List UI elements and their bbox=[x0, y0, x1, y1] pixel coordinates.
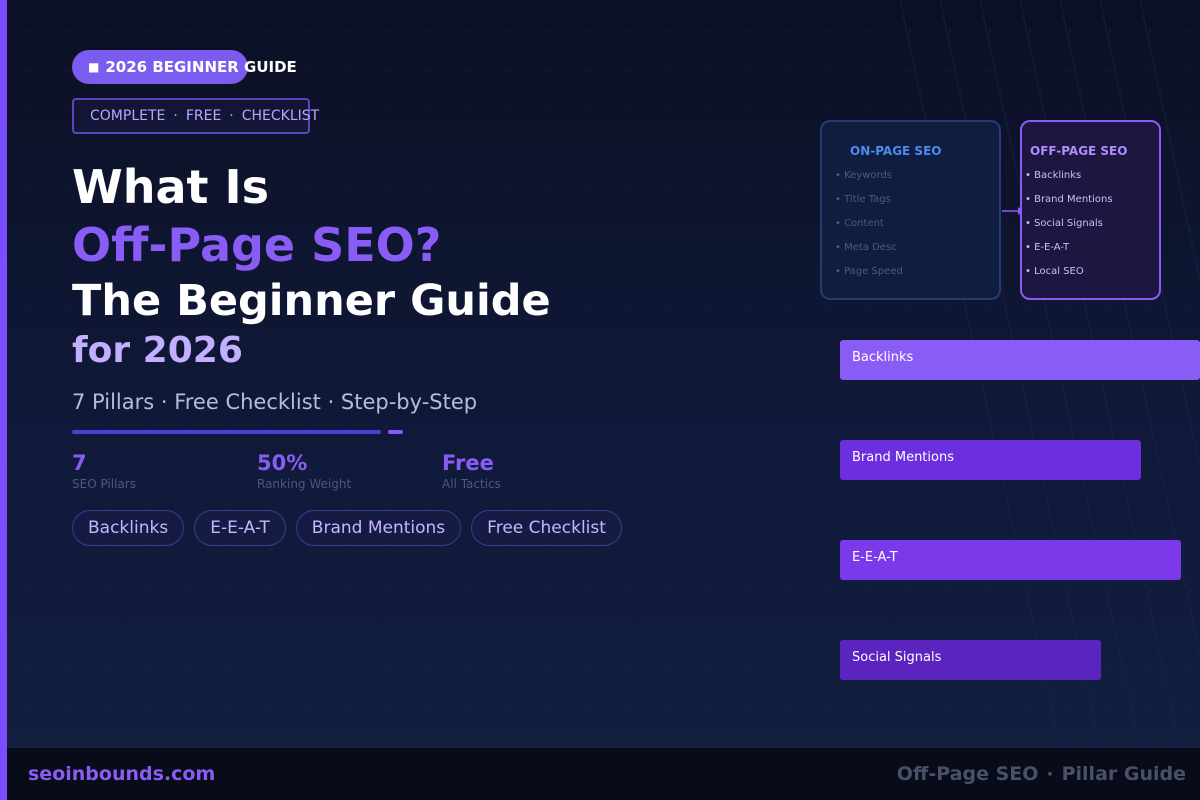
stat-ranking-weight: 50% Ranking Weight bbox=[257, 450, 351, 492]
stat-value: 50% bbox=[257, 451, 308, 475]
list-item: Content bbox=[822, 212, 999, 236]
chip-backlinks[interactable]: Backlinks bbox=[72, 510, 185, 546]
stat-value: 7 bbox=[72, 451, 87, 475]
eyebrow-label: 2026 BEGINNER GUIDE bbox=[105, 58, 297, 76]
footer: seoinbounds.com Off-Page SEO · Pillar Guid… bbox=[7, 748, 1200, 800]
off-page-seo-card: OFF-PAGE SEO Backlinks Brand Mentions So… bbox=[1020, 120, 1161, 300]
headline-line-3: The Beginner Guide bbox=[72, 276, 551, 326]
subtag-item: CHECKLIST bbox=[241, 108, 320, 124]
stat-seo-pillars: 7 SEO Pillars bbox=[72, 450, 136, 492]
underline-bar bbox=[72, 430, 381, 434]
headline-line-4: for 2026 bbox=[72, 330, 243, 371]
footer-separator: · bbox=[1046, 763, 1054, 785]
headline-line-2: Off-Page SEO? bbox=[72, 218, 442, 272]
site-link[interactable]: seoinbounds.com bbox=[28, 763, 215, 785]
eyebrow-badge: ■ 2026 BEGINNER GUIDE bbox=[72, 50, 297, 84]
pillar-bar-backlinks: Backlinks bbox=[840, 340, 1200, 380]
chip-brand-mentions[interactable]: Brand Mentions bbox=[295, 510, 462, 546]
pillar-bar-social-signals: Social Signals bbox=[840, 640, 1101, 680]
left-accent-bar bbox=[0, 0, 7, 800]
list-item: Meta Desc bbox=[822, 236, 999, 260]
list-item: Local SEO bbox=[1022, 260, 1159, 284]
footer-type-label: Pillar Guide bbox=[1061, 763, 1186, 785]
list-item: Keywords bbox=[822, 164, 999, 188]
stat-all-tactics: Free All Tactics bbox=[442, 450, 501, 492]
list-item: Social Signals bbox=[1022, 212, 1159, 236]
on-page-seo-card: ON-PAGE SEO Keywords Title Tags Content … bbox=[820, 120, 1001, 300]
footer-topic: Off-Page SEO · Pillar Guide bbox=[897, 763, 1186, 785]
stat-label: SEO Pillars bbox=[72, 477, 136, 491]
list-item: Brand Mentions bbox=[1022, 188, 1159, 212]
headline-line-1: What Is bbox=[72, 160, 270, 214]
subtag-separator: · bbox=[173, 108, 178, 124]
tagline: 7 Pillars · Free Checklist · Step-by-Ste… bbox=[72, 390, 478, 414]
chip-free-checklist[interactable]: Free Checklist bbox=[471, 510, 622, 546]
subtag-item: COMPLETE bbox=[90, 108, 166, 124]
on-page-list: Keywords Title Tags Content Meta Desc Pa… bbox=[822, 164, 999, 284]
underline-accent bbox=[388, 430, 403, 434]
chip-eeat[interactable]: E-E-A-T bbox=[194, 510, 286, 546]
feature-tagline-box: COMPLETE · FREE · CHECKLIST bbox=[72, 98, 319, 134]
topic-chips: Backlinks E-E-A-T Brand Mentions Free Ch… bbox=[72, 510, 622, 546]
list-item: E-E-A-T bbox=[1022, 236, 1159, 260]
pillar-bar-brand-mentions: Brand Mentions bbox=[840, 440, 1141, 480]
list-item: Backlinks bbox=[1022, 164, 1159, 188]
book-icon: ■ bbox=[88, 60, 100, 74]
list-item: Title Tags bbox=[822, 188, 999, 212]
on-page-card-title: ON-PAGE SEO bbox=[850, 144, 942, 158]
stat-value: Free bbox=[442, 451, 494, 475]
subtag-item: FREE bbox=[185, 108, 222, 124]
footer-topic-label: Off-Page SEO bbox=[896, 763, 1039, 785]
off-page-card-title: OFF-PAGE SEO bbox=[1030, 144, 1128, 158]
subtag-separator: · bbox=[229, 108, 234, 124]
stat-label: Ranking Weight bbox=[257, 477, 352, 491]
list-item: Page Speed bbox=[822, 260, 999, 284]
stat-label: All Tactics bbox=[442, 477, 501, 491]
off-page-list: Backlinks Brand Mentions Social Signals … bbox=[1022, 164, 1159, 284]
pillar-bar-eeat: E-E-A-T bbox=[840, 540, 1181, 580]
